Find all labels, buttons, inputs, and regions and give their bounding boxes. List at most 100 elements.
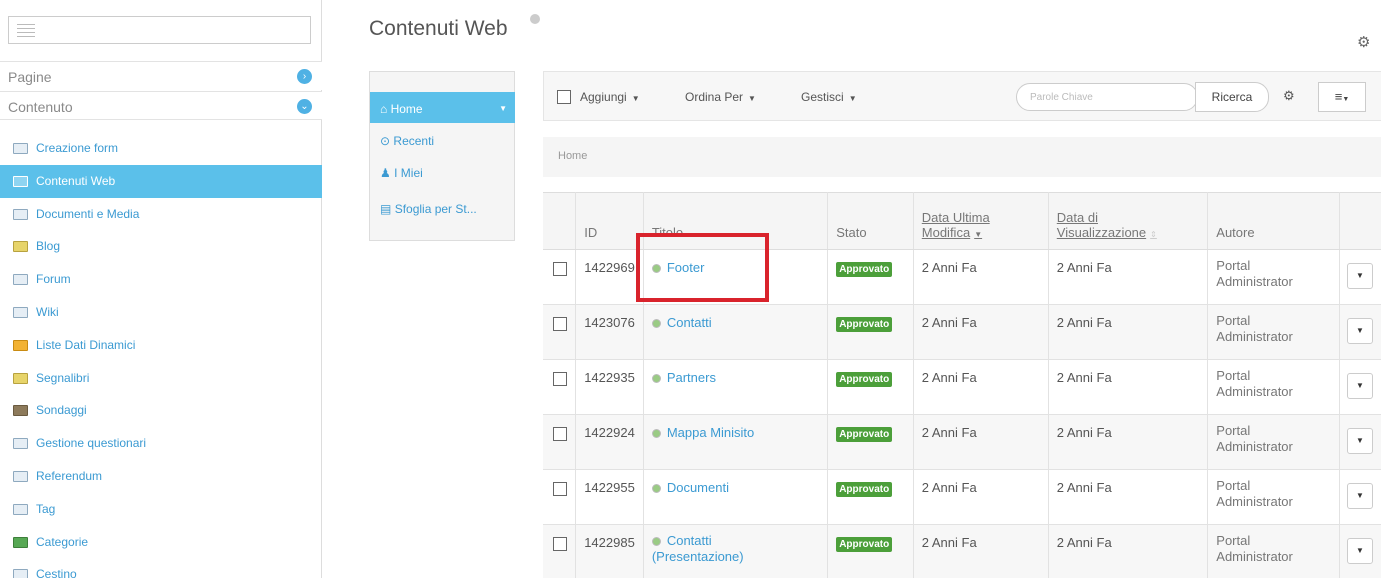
row-actions-button[interactable]: ▼: [1346, 373, 1373, 399]
row-title-cell: Contatti: [642, 304, 828, 360]
header-status[interactable]: Stato: [827, 192, 914, 250]
search-button[interactable]: Ricerca: [1195, 82, 1269, 112]
nav-item-label: I Miei: [394, 166, 423, 180]
nav-item-i-miei[interactable]: ♟ I Miei: [380, 166, 423, 180]
sidebar-item-cestino[interactable]: Cestino: [0, 558, 322, 578]
row-author-line1: Portal: [1216, 423, 1251, 438]
caret-down-icon: ▼: [848, 94, 857, 103]
row-id: 1422985: [575, 524, 644, 578]
breadcrumb[interactable]: Home: [543, 137, 1381, 177]
table-row: 1422924 Mappa Minisito Approvato 2 Anni …: [543, 414, 1381, 470]
add-dropdown[interactable]: Aggiungi ▼: [580, 90, 640, 104]
sidebar-section-pagine[interactable]: Pagine ›: [0, 61, 322, 90]
blog-icon: [13, 241, 28, 253]
row-author-line1: Portal: [1216, 313, 1251, 328]
keyword-search-input[interactable]: Parole Chiave: [1016, 83, 1198, 111]
sidebar-item-contenuti-web[interactable]: Contenuti Web: [0, 164, 322, 198]
status-badge: Approvato: [836, 427, 893, 442]
row-checkbox[interactable]: [553, 537, 567, 551]
help-icon[interactable]: [530, 14, 540, 24]
header-display-date[interactable]: Data di Visualizzazione ⇕: [1047, 192, 1208, 250]
highlight-box: [636, 233, 769, 302]
header-modified[interactable]: Data Ultima Modifica ▼: [912, 192, 1049, 250]
sidebar-item-forum[interactable]: Forum: [0, 263, 322, 296]
row-checkbox-cell: [543, 524, 576, 578]
row-checkbox[interactable]: [553, 427, 567, 441]
sidebar-item-creazione-form[interactable]: Creazione form: [0, 132, 322, 165]
status-dot-icon: [651, 319, 661, 328]
select-all-checkbox[interactable]: [557, 90, 571, 104]
sidebar-item-label: Tag: [36, 501, 56, 516]
row-id: 1422969: [575, 249, 644, 305]
row-display-date: 2 Anni Fa: [1047, 359, 1208, 415]
sidebar-item-label: Sondaggi: [36, 403, 87, 418]
row-author-line1: Portal: [1216, 368, 1251, 383]
sidebar-item-label: Wiki: [36, 304, 59, 319]
row-title-link[interactable]: Contatti: [667, 315, 712, 330]
sidebar-item-liste-dati-dinamici[interactable]: Liste Dati Dinamici: [0, 329, 322, 362]
sidebar-section-label: Contenuto: [8, 99, 73, 115]
manage-dropdown[interactable]: Gestisci ▼: [801, 90, 857, 104]
row-checkbox-cell: [543, 414, 576, 470]
sidebar-item-segnalibri[interactable]: Segnalibri: [0, 362, 322, 395]
row-title-link[interactable]: Partners: [667, 370, 716, 385]
status-badge: Approvato: [836, 317, 893, 332]
row-actions-button[interactable]: ▼: [1346, 428, 1373, 454]
user-icon: ♟: [380, 166, 391, 180]
status-dot-icon: [651, 537, 661, 546]
gear-icon[interactable]: ⚙: [1283, 88, 1295, 104]
sidebar-search-input[interactable]: [8, 16, 311, 44]
polls-icon: [13, 405, 28, 417]
view-mode-button[interactable]: ≡▼: [1318, 82, 1366, 112]
sort-down-icon: ▼: [974, 230, 983, 239]
nav-item-home[interactable]: ⌂ Home ▼: [370, 92, 515, 123]
row-title-link[interactable]: Documenti: [667, 480, 729, 495]
row-author-line2: Administrator: [1216, 274, 1293, 289]
row-checkbox[interactable]: [553, 262, 567, 276]
documents-icon: [13, 208, 28, 220]
row-actions-button[interactable]: ▼: [1346, 318, 1373, 344]
row-checkbox-cell: [543, 359, 576, 415]
header-display-line1: Data di: [1056, 210, 1098, 225]
tag-icon: [13, 503, 28, 515]
gear-icon[interactable]: ⚙: [1357, 33, 1370, 51]
row-checkbox[interactable]: [553, 317, 567, 331]
row-title-link-line2[interactable]: (Presentazione): [652, 549, 744, 564]
row-title-link[interactable]: Contatti: [667, 533, 712, 548]
row-id: 1422924: [575, 414, 644, 470]
row-checkbox[interactable]: [553, 482, 567, 496]
row-status-cell: Approvato: [827, 524, 914, 578]
sidebar-item-gestione-questionari[interactable]: Gestione questionari: [0, 427, 322, 460]
header-author[interactable]: Autore: [1207, 192, 1340, 250]
header-modified-line1: Data Ultima: [921, 210, 990, 225]
nav-item-recenti[interactable]: ⊙ Recenti: [380, 134, 434, 148]
row-author-cell: Portal Administrator: [1207, 469, 1340, 525]
row-actions-button[interactable]: ▼: [1346, 263, 1373, 289]
dynamic-lists-icon: [13, 339, 28, 351]
sidebar-item-documenti-media[interactable]: Documenti e Media: [0, 198, 322, 231]
sidebar-item-categorie[interactable]: Categorie: [0, 526, 322, 559]
sidebar-item-blog[interactable]: Blog: [0, 230, 322, 263]
status-badge: Approvato: [836, 482, 893, 497]
row-modified: 2 Anni Fa: [912, 469, 1049, 525]
row-display-date: 2 Anni Fa: [1047, 414, 1208, 470]
row-checkbox[interactable]: [553, 372, 567, 386]
browse-icon: ▤: [380, 202, 392, 216]
order-dropdown[interactable]: Ordina Per ▼: [685, 90, 756, 104]
row-actions-button[interactable]: ▼: [1346, 538, 1373, 564]
sidebar-section-contenuto[interactable]: Contenuto ⌄: [0, 91, 322, 120]
header-id[interactable]: ID: [575, 192, 644, 250]
row-title-link[interactable]: Mappa Minisito: [667, 425, 754, 440]
sidebar-item-wiki[interactable]: Wiki: [0, 296, 322, 329]
sidebar-item-label: Cestino: [36, 567, 77, 578]
referendum-icon: [13, 470, 28, 482]
row-title-cell: Partners: [642, 359, 828, 415]
nav-item-sfoglia[interactable]: ▤ Sfoglia per St...: [380, 202, 477, 216]
sidebar-item-referendum[interactable]: Referendum: [0, 460, 322, 493]
sort-icon: ⇕: [1150, 230, 1157, 239]
sidebar-item-sondaggi[interactable]: Sondaggi: [0, 394, 322, 427]
sidebar-item-label: Segnalibri: [36, 370, 90, 385]
sidebar-item-tag[interactable]: Tag: [0, 493, 322, 526]
row-actions-button[interactable]: ▼: [1346, 483, 1373, 509]
navigation-panel: ⌂ Home ▼ ⊙ Recenti ♟ I Miei ▤ Sfoglia pe…: [369, 71, 515, 241]
